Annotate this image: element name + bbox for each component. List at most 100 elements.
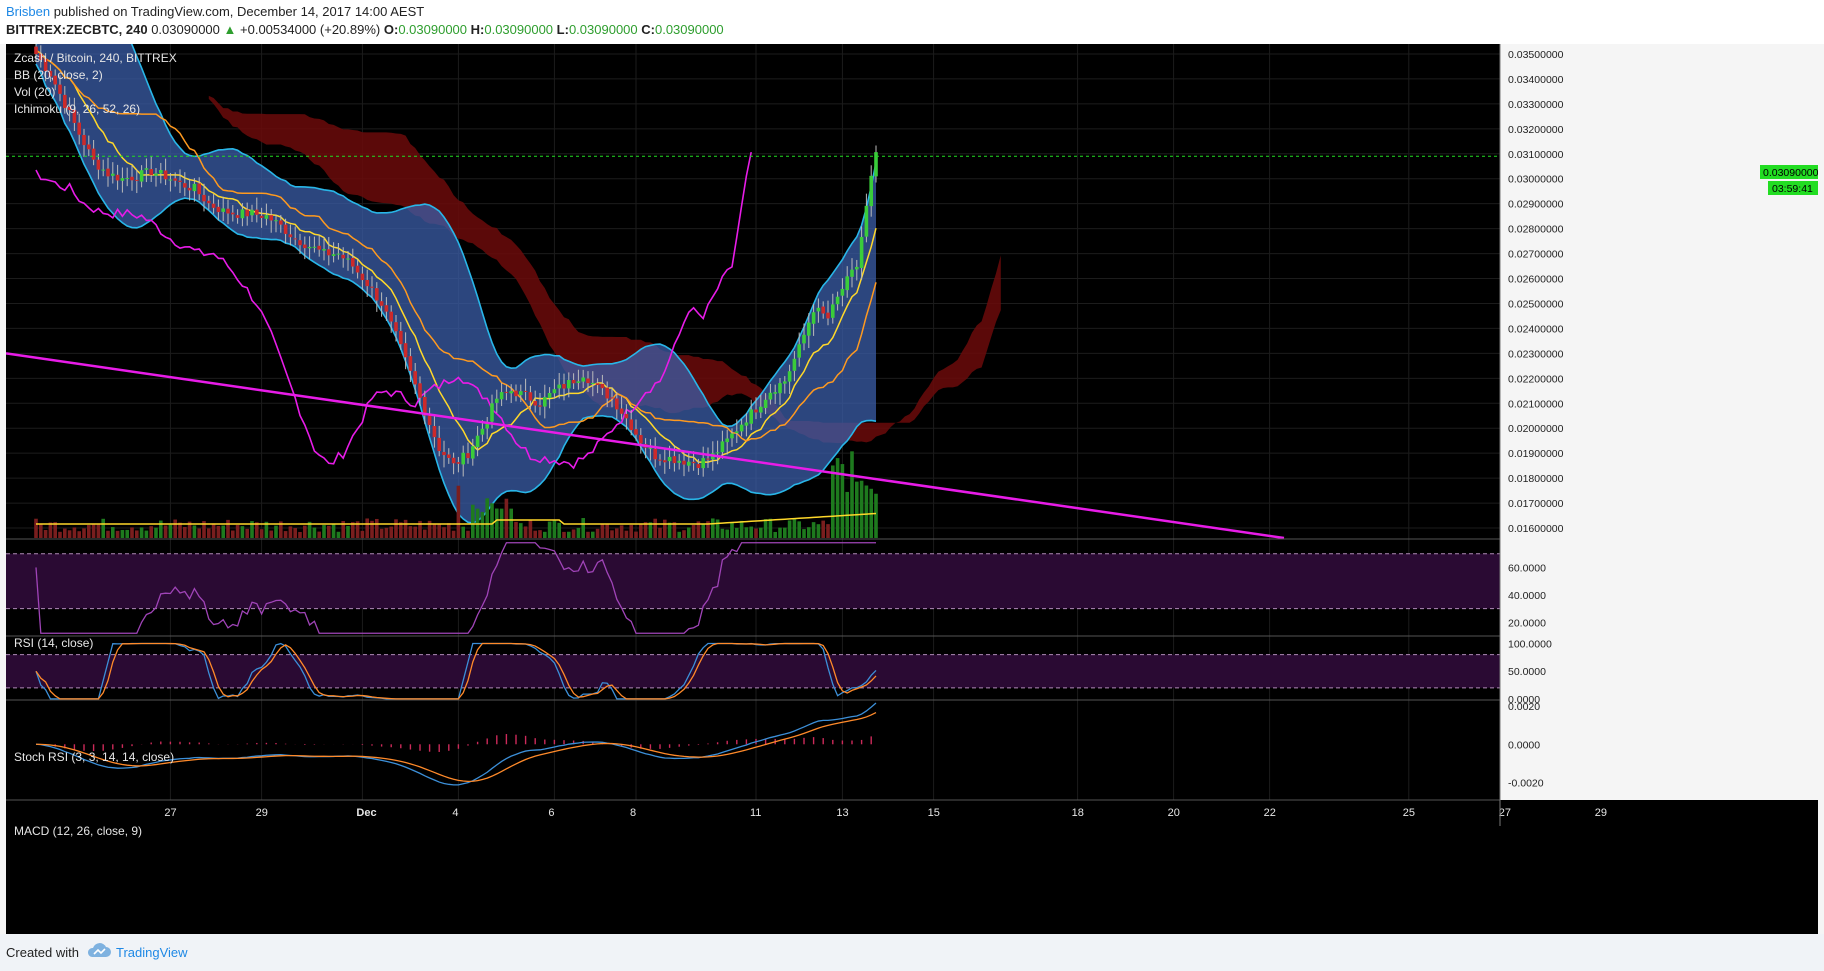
candle-body (787, 371, 792, 382)
candle-body (581, 377, 585, 382)
candle-body (533, 401, 537, 406)
candle-body (293, 238, 297, 240)
candle-body (82, 134, 86, 146)
candle-body (504, 391, 509, 393)
candle-body (144, 168, 149, 170)
volume-bar (245, 528, 249, 538)
volume-bar (571, 529, 576, 538)
symbol-label: BITTREX:ZECBTC, 240 (6, 22, 148, 37)
candle-body (480, 428, 485, 435)
candle-body (221, 208, 225, 212)
candle-body (595, 383, 600, 386)
volume-bar (855, 481, 859, 538)
candle-body (77, 122, 81, 135)
volume-bar (744, 527, 749, 538)
volume-bar (183, 526, 187, 538)
volume-bar (106, 530, 110, 538)
volume-bar (504, 498, 509, 538)
volume-bar (423, 529, 427, 538)
volume-bar (360, 530, 365, 538)
tradingview-brand-link[interactable]: TradingView (116, 945, 188, 960)
candle-body (610, 397, 614, 399)
volume-bar (120, 529, 125, 538)
volume-bar (451, 530, 456, 538)
candle-body (864, 205, 869, 237)
volume-bar (192, 525, 197, 538)
candle-body (231, 212, 235, 215)
open-label: O: (383, 22, 399, 37)
volume-bar (543, 531, 547, 538)
volume-bar (663, 519, 667, 538)
y-tick-label: 40.0000 (1508, 590, 1546, 602)
candle-body (739, 424, 744, 432)
volume-bar (269, 530, 273, 538)
candle-body (730, 433, 734, 439)
volume-bar (298, 531, 302, 538)
candle-body (634, 429, 638, 435)
volume-bar (221, 525, 225, 538)
y-tick-label: 0.03300000 (1508, 99, 1564, 111)
legend-bb: BB (20, close, 2) (14, 68, 103, 82)
volume-bar (725, 529, 729, 538)
candle-body (552, 389, 557, 394)
ohlc-line: BITTREX:ZECBTC, 240 0.03090000 ▲ +0.0053… (6, 22, 724, 37)
candle-body (586, 378, 590, 384)
candle-body (384, 305, 389, 312)
candle-body (322, 249, 326, 251)
candle-body (715, 452, 720, 454)
created-with-text: Created with (6, 945, 79, 960)
y-tick-label: 60.0000 (1508, 562, 1546, 574)
candle-body (351, 257, 355, 267)
candle-body (442, 451, 446, 456)
y-tick-label: 0.0020 (1508, 701, 1540, 713)
legend-ichimoku: Ichimoku (9, 26, 52, 26) (14, 102, 140, 116)
candle-body (283, 224, 288, 234)
volume-bar (274, 525, 278, 538)
volume-bar (821, 520, 825, 538)
change-arrow: ▲ (223, 22, 237, 37)
candle-body (648, 447, 653, 449)
candle-body (543, 397, 547, 407)
volume-bar (783, 527, 787, 538)
candle-body (658, 459, 662, 461)
volume-bar (701, 523, 705, 538)
volume-bar (519, 523, 523, 538)
volume-bar (48, 522, 53, 538)
x-tick-label: 25 (1403, 807, 1415, 819)
author-name[interactable]: Brisben (6, 4, 50, 19)
volume-bar (567, 531, 571, 538)
candle-body (605, 387, 609, 399)
volume-bar (682, 530, 686, 538)
x-tick-label: 13 (836, 807, 848, 819)
volume-bar (403, 519, 408, 538)
change-value: +0.00534000 (+20.89%) (240, 22, 381, 37)
candle-body (773, 392, 777, 394)
candle-body (226, 208, 230, 214)
candle-body (87, 144, 91, 150)
x-tick-label: 20 (1168, 807, 1180, 819)
candle-body (720, 441, 725, 453)
volume-bar (240, 526, 245, 538)
low-value: 0.03090000 (568, 22, 638, 37)
volume-bar (523, 526, 528, 538)
volume-bar (111, 527, 115, 538)
volume-bar (562, 531, 566, 538)
candle-body (437, 437, 441, 452)
candle-body (399, 330, 403, 345)
candle-body (192, 183, 197, 192)
chart-canvas[interactable]: 0.01600000 0.01700000 0.01800000 0.01900000… (6, 44, 1818, 934)
volume-bar (178, 522, 182, 538)
candle-body (456, 462, 461, 464)
y-tick-label: 0.02000000 (1508, 423, 1564, 435)
volume-bar (125, 529, 129, 538)
low-label: L: (556, 22, 569, 37)
volume-bar (235, 525, 240, 538)
candle-body (298, 240, 302, 246)
tradingview-cloud-icon[interactable] (86, 943, 112, 962)
close-label: C: (641, 22, 655, 37)
volume-bar (211, 523, 216, 538)
candle-body (461, 452, 465, 465)
candle-body (754, 409, 758, 413)
candle-body (327, 249, 331, 256)
y-tick-label: 0.03100000 (1508, 149, 1564, 161)
